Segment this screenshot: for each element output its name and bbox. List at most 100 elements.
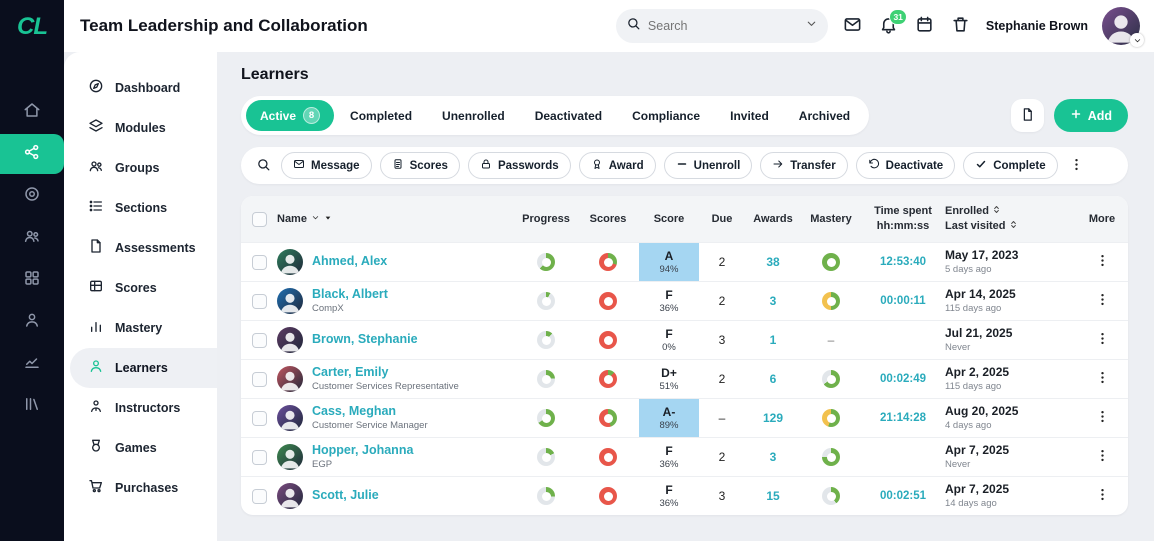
rail-item-3[interactable] [0,218,64,258]
row-checkbox[interactable] [251,293,267,309]
chevron-down-icon[interactable] [311,213,320,225]
user-avatar[interactable] [1102,7,1144,47]
awards-count-link[interactable]: 129 [745,411,801,425]
row-more-button[interactable] [1092,330,1112,350]
tab-archived[interactable]: Archived [785,102,864,130]
column-header-score[interactable]: Score [639,213,699,225]
column-header-awards[interactable]: Awards [745,213,801,225]
table-row[interactable]: Brown, Stephanie F 0% 3 1 – Jul 21, 2025… [241,320,1128,359]
time-spent-link[interactable]: 12:53:40 [861,256,945,268]
sort-icon[interactable] [1009,219,1018,234]
awards-count-link[interactable]: 3 [745,294,801,308]
deactivate-button[interactable]: Deactivate [855,152,956,179]
tab-compliance[interactable]: Compliance [618,102,714,130]
learner-name-link[interactable]: Black, Albert [312,287,388,303]
sidebar-item-purchases[interactable]: Purchases [70,468,217,508]
sidebar-item-dashboard[interactable]: Dashboard [70,68,217,108]
table-row[interactable]: Hopper, Johanna EGP F 36% 2 3 Apr 7, 202… [241,437,1128,476]
complete-button[interactable]: Complete [963,152,1058,179]
row-checkbox[interactable] [251,410,267,426]
sidebar-item-assessments[interactable]: Assessments [70,228,217,268]
tab-active[interactable]: Active 8 [246,100,335,131]
table-row[interactable]: Carter, Emily Customer Services Represen… [241,359,1128,398]
rail-item-5[interactable] [0,302,64,342]
row-more-button[interactable] [1092,369,1112,389]
sidebar-item-groups[interactable]: Groups [70,148,217,188]
time-spent-link[interactable]: 00:00:11 [861,295,945,307]
column-header-mastery[interactable]: Mastery [801,213,861,225]
row-checkbox[interactable] [251,332,267,348]
calendar-button[interactable] [914,15,936,37]
sort-icon[interactable] [992,204,1001,219]
awards-count-link[interactable]: 3 [745,450,801,464]
rail-item-0[interactable] [0,92,64,132]
row-more-button[interactable] [1092,291,1112,311]
column-header-scores[interactable]: Scores [577,213,639,225]
row-more-button[interactable] [1092,486,1112,506]
row-more-button[interactable] [1092,447,1112,467]
learner-name-link[interactable]: Brown, Stephanie [312,332,418,348]
learner-name-link[interactable]: Carter, Emily [312,365,459,381]
column-header-progress[interactable]: Progress [515,213,577,225]
search-chevron-down-icon[interactable] [805,17,818,35]
time-spent-link[interactable]: 00:02:51 [861,490,945,502]
scores-button[interactable]: Scores [379,152,460,179]
message-button[interactable]: Message [281,152,372,179]
row-checkbox[interactable] [251,371,267,387]
table-row[interactable]: Black, Albert CompX F 36% 2 3 00:00:11 A… [241,281,1128,320]
tab-invited[interactable]: Invited [716,102,783,130]
sidebar-item-mastery[interactable]: Mastery [70,308,217,348]
toolbar-more-button[interactable] [1068,157,1086,175]
table-row[interactable]: Ahmed, Alex A 94% 2 38 12:53:40 May 17, … [241,242,1128,281]
column-header-time-spent[interactable]: Time spent hh:mm:ss [861,204,945,234]
sidebar-item-learners[interactable]: Learners [70,348,217,388]
row-checkbox[interactable] [251,254,267,270]
report-button[interactable] [1010,99,1044,132]
tab-completed[interactable]: Completed [336,102,426,130]
unenroll-button[interactable]: Unenroll [663,152,753,179]
learner-name-link[interactable]: Cass, Meghan [312,404,428,420]
row-more-button[interactable] [1092,408,1112,428]
sidebar-item-scores[interactable]: Scores [70,268,217,308]
sidebar-item-instructors[interactable]: Instructors [70,388,217,428]
table-search-button[interactable] [253,156,273,176]
awards-count-link[interactable]: 1 [745,333,801,347]
trash-button[interactable] [950,15,972,37]
row-more-button[interactable] [1092,252,1112,272]
sort-triangle-down-icon[interactable] [324,213,332,225]
sidebar-item-modules[interactable]: Modules [70,108,217,148]
table-row[interactable]: Scott, Julie F 36% 3 15 00:02:51 Apr 7, … [241,476,1128,515]
search-box[interactable] [615,9,828,43]
table-row[interactable]: Cass, Meghan Customer Service Manager A-… [241,398,1128,437]
column-header-name[interactable]: Name [277,213,515,225]
learner-name-link[interactable]: Ahmed, Alex [312,254,387,270]
row-checkbox[interactable] [251,488,267,504]
learner-name-link[interactable]: Hopper, Johanna [312,443,413,459]
passwords-button[interactable]: Passwords [467,152,571,179]
awards-count-link[interactable]: 15 [745,489,801,503]
sidebar-item-games[interactable]: Games [70,428,217,468]
user-menu-chevron-down-icon[interactable] [1130,33,1144,47]
transfer-button[interactable]: Transfer [760,152,848,179]
row-checkbox[interactable] [251,449,267,465]
rail-item-1[interactable] [0,134,64,174]
time-spent-link[interactable]: 00:02:49 [861,373,945,385]
messages-button[interactable] [842,15,864,37]
search-input[interactable] [647,19,798,33]
rail-item-4[interactable] [0,260,64,300]
sidebar-item-sections[interactable]: Sections [70,188,217,228]
rail-item-6[interactable] [0,344,64,384]
awards-count-link[interactable]: 6 [745,372,801,386]
column-header-enrolled[interactable]: Enrolled Last visited [945,204,1075,234]
learner-name-link[interactable]: Scott, Julie [312,488,379,504]
tab-unenrolled[interactable]: Unenrolled [428,102,519,130]
rail-item-2[interactable] [0,176,64,216]
column-header-due[interactable]: Due [699,213,745,225]
add-button[interactable]: Add [1053,99,1128,132]
tab-deactivated[interactable]: Deactivated [521,102,616,130]
award-button[interactable]: Award [578,152,656,179]
select-all-checkbox[interactable] [251,211,267,227]
time-spent-link[interactable]: 21:14:28 [861,412,945,424]
rail-item-7[interactable] [0,386,64,426]
awards-count-link[interactable]: 38 [745,255,801,269]
